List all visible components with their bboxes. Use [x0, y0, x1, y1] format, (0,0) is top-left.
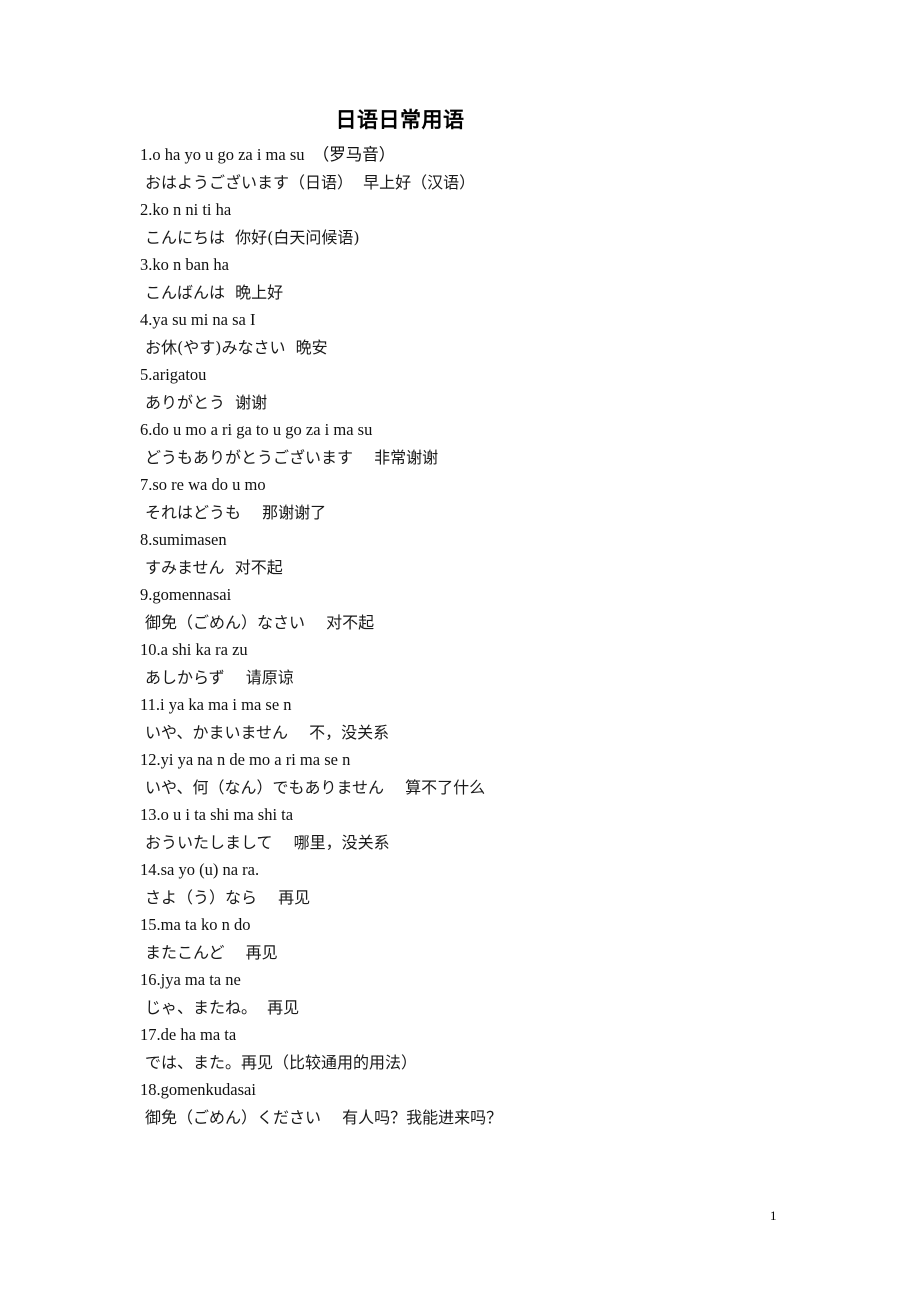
list-item: 17.de ha ma ta では、また。再见（比较通用的用法）	[140, 1021, 840, 1076]
entry-translation: いや、何（なん）でもありません 算不了什么	[145, 777, 486, 797]
list-item: 7.so re wa do u mo それはどうも 那谢谢了	[140, 471, 840, 526]
entry-romaji: 17.de ha ma ta	[140, 1025, 237, 1044]
entry-translation: お休(やす)みなさい 晩安	[145, 337, 328, 357]
entry-romaji: 8.sumimasen	[140, 530, 227, 549]
phrase-list: 1.o ha yo u go za i ma su （罗马音） おはようございま…	[140, 141, 840, 1131]
entry-romaji: 13.o u i ta shi ma shi ta	[140, 805, 294, 824]
entry-translation: では、また。再见（比较通用的用法）	[145, 1052, 418, 1072]
entry-translation: おういたしまして 哪里，没关系	[145, 832, 390, 852]
entry-romaji: 12.yi ya na n de mo a ri ma se n	[140, 750, 351, 769]
list-item: 6.do u mo a ri ga to u go za i ma su どうも…	[140, 416, 840, 471]
entry-translation: またこんど 再见	[145, 942, 278, 962]
entry-translation: ありがとう 谢谢	[145, 392, 268, 412]
list-item: 3.ko n ban ha こんばんは 晩上好	[140, 251, 840, 306]
entry-translation: 御免（ごめん）ください 有人吗？我能进来吗？	[145, 1107, 503, 1127]
entry-romaji: 6.do u mo a ri ga to u go za i ma su	[140, 420, 373, 439]
list-item: 18.gomenkudasai 御免（ごめん）ください 有人吗？我能进来吗？	[140, 1076, 840, 1131]
entry-romaji: 2.ko n ni ti ha	[140, 200, 232, 219]
list-item: 4.ya su mi na sa I お休(やす)みなさい 晩安	[140, 306, 840, 361]
entry-translation: さよ（う）なら 再见	[145, 887, 311, 907]
list-item: 14.sa yo (u) na ra. さよ（う）なら 再见	[140, 856, 840, 911]
page-title: 日语日常用语	[335, 109, 465, 132]
list-item: 13.o u i ta shi ma shi ta おういたしまして 哪里，没关…	[140, 801, 840, 856]
entry-romaji: 16.jya ma ta ne	[140, 970, 241, 989]
entry-translation: すみません 对不起	[145, 557, 283, 577]
entry-romaji: 7.so re wa do u mo	[140, 475, 266, 494]
entry-translation: どうもありがとうございます 非常谢谢	[145, 447, 439, 467]
entry-romaji: 4.ya su mi na sa I	[140, 310, 256, 329]
entry-translation: こんにちは 你好(白天问候语)	[145, 227, 360, 247]
entry-romaji: 10.a shi ka ra zu	[140, 640, 248, 659]
entry-romaji: 18.gomenkudasai	[140, 1080, 256, 1099]
list-item: 12.yi ya na n de mo a ri ma se n いや、何（なん…	[140, 746, 840, 801]
list-item: 15.ma ta ko n do またこんど 再见	[140, 911, 840, 966]
entry-translation: いや、かまいません 不，没关系	[145, 722, 390, 742]
list-item: 2.ko n ni ti ha こんにちは 你好(白天问候语)	[140, 196, 840, 251]
list-item: 8.sumimasen すみません 对不起	[140, 526, 840, 581]
list-item: 10.a shi ka ra zu あしからず 请原谅	[140, 636, 840, 691]
entry-romaji: 3.ko n ban ha	[140, 255, 229, 274]
document-page: 日语日常用语 1.o ha yo u go za i ma su （罗马音） お…	[0, 0, 920, 1302]
entry-translation: 御免（ごめん）なさい 对不起	[145, 612, 375, 632]
list-item: 16.jya ma ta ne じゃ、またね。 再见	[140, 966, 840, 1021]
entry-romaji: 15.ma ta ko n do	[140, 915, 251, 934]
entry-translation: おはようございます（日语） 早上好（汉语）	[145, 172, 476, 192]
list-item: 9.gomennasai 御免（ごめん）なさい 对不起	[140, 581, 840, 636]
page-number: 1	[770, 1208, 777, 1223]
entry-romaji: 1.o ha yo u go za i ma su （罗马音）	[140, 145, 396, 164]
entry-romaji: 11.i ya ka ma i ma se n	[140, 695, 292, 714]
entry-translation: こんばんは 晩上好	[145, 282, 284, 302]
entry-translation: じゃ、またね。 再见	[145, 997, 300, 1017]
entry-romaji: 5.arigatou	[140, 365, 207, 384]
list-item: 5.arigatou ありがとう 谢谢	[140, 361, 840, 416]
entry-translation: それはどうも 那谢谢了	[145, 502, 327, 522]
entry-translation: あしからず 请原谅	[145, 667, 294, 687]
list-item: 11.i ya ka ma i ma se n いや、かまいません 不，没关系	[140, 691, 840, 746]
list-item: 1.o ha yo u go za i ma su （罗马音） おはようございま…	[140, 141, 840, 196]
entry-romaji: 14.sa yo (u) na ra.	[140, 860, 260, 879]
entry-romaji: 9.gomennasai	[140, 585, 232, 604]
